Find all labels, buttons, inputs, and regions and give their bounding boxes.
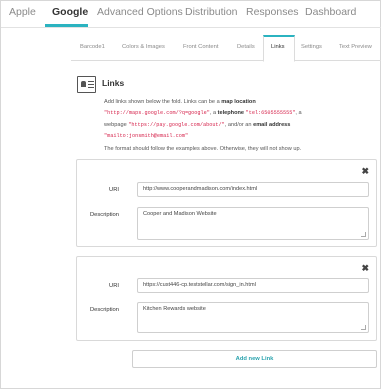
content-tab-bar: Barcode1 Colors & Images Front Content D… [71,35,381,62]
tab-distribution[interactable]: Distribution [185,6,238,18]
resize-handle[interactable] [361,232,366,237]
resize-handle[interactable] [361,325,366,330]
example-map-code: "http://maps.google.com/?q=google" [104,110,210,117]
tab-settings[interactable]: Settings [301,44,322,50]
description-label: Description [90,212,119,218]
description-textarea[interactable]: Kitchen Rewards website [137,302,369,333]
section-title: Links [102,78,125,88]
tab-front-content[interactable]: Front Content [183,44,218,50]
example-email-code: "mailto:jonsmith@email.com" [104,132,189,139]
tab-colors-images[interactable]: Colors & Images [122,44,165,50]
uri-label: URI [109,187,119,193]
tab-links[interactable]: Links [271,44,285,50]
links-description: Add links shown below the fold. Links ca… [104,99,302,139]
example-tel-code: "tel:6505555555" [245,110,296,117]
uri-input[interactable]: https://cust446-cp.teststellar.com/sign_… [137,278,369,293]
tab-dashboard[interactable]: Dashboard [305,6,356,18]
close-icon[interactable]: ✖ [361,263,369,274]
platform-tab-bar: Apple Google Advanced Options Distributi… [1,1,381,28]
description-textarea[interactable]: Cooper and Madison Website [137,207,369,240]
uri-input[interactable]: http://www.cooperandmadison.com/index.ht… [137,182,369,197]
link-card: ✖ URI https://cust446-cp.teststellar.com… [76,256,377,341]
format-note: The format should follow the examples ab… [104,146,302,152]
tab-google[interactable]: Google [52,6,88,18]
tab-advanced-options[interactable]: Advanced Options [97,6,183,18]
link-card: ✖ URI http://www.cooperandmadison.com/in… [76,159,377,247]
example-web-code: "https://pay.google.com/about/" [128,121,225,128]
tab-responses[interactable]: Responses [246,6,299,18]
tab-text-preview[interactable]: Text Preview [339,44,372,50]
active-tab-indicator [45,24,88,27]
description-label: Description [90,307,119,313]
tab-apple[interactable]: Apple [9,6,36,18]
uri-label: URI [109,283,119,289]
contact-card-icon [77,76,96,93]
close-icon[interactable]: ✖ [361,166,369,177]
app-frame: Apple Google Advanced Options Distributi… [0,0,381,389]
add-new-link-button[interactable]: Add new Link [132,350,377,368]
tab-barcode1[interactable]: Barcode1 [80,44,105,50]
tab-details[interactable]: Details [237,44,255,50]
